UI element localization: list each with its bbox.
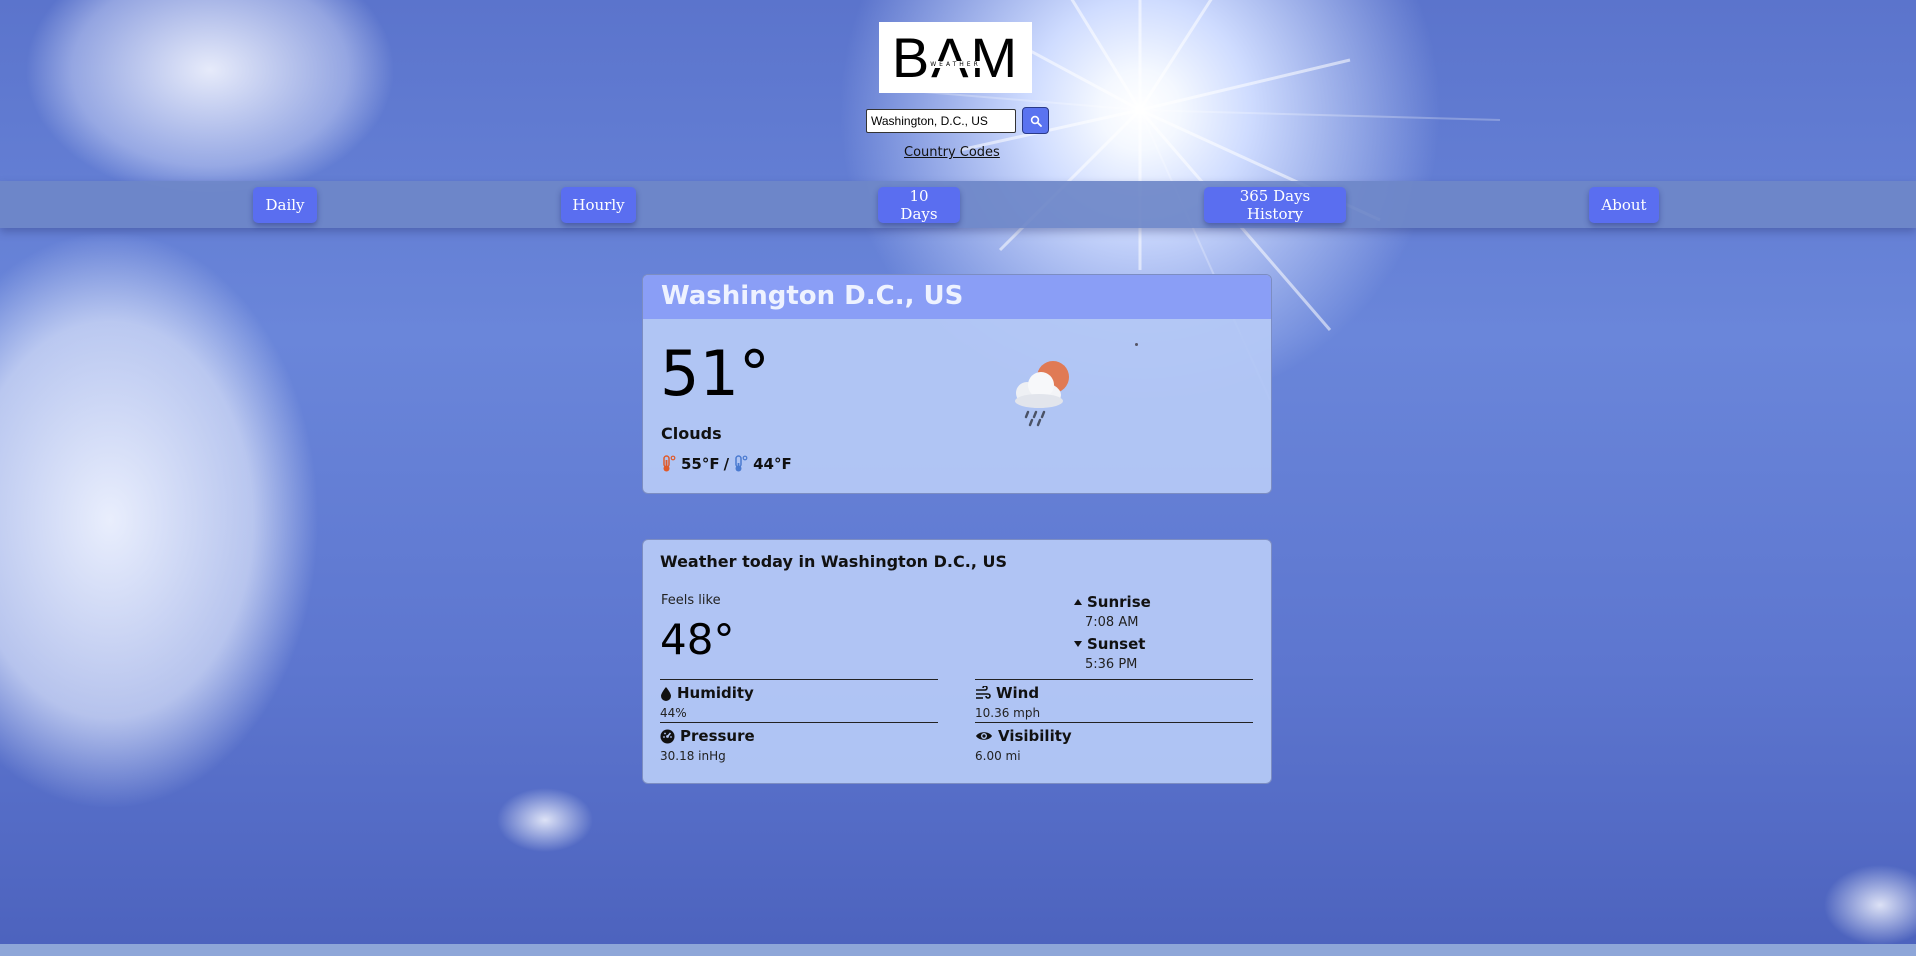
- decorative-dot: [1135, 343, 1138, 346]
- thermometer-hot-icon: [663, 455, 676, 472]
- cloud-sun-rain-icon: [1015, 361, 1069, 427]
- thermometer-cold-icon: [735, 455, 748, 472]
- pressure-stat: Pressure 30.18 inHg: [660, 722, 938, 765]
- today-details-card: Weather today in Washington D.C., US Fee…: [642, 539, 1272, 784]
- visibility-value: 6.00 mi: [975, 749, 1021, 763]
- visibility-label: Visibility: [998, 727, 1072, 745]
- logo-subtext: WEATHER: [928, 61, 983, 68]
- nav-10-days-button[interactable]: 10 Days: [878, 187, 960, 223]
- footer-strip: [0, 944, 1916, 956]
- eye-icon: [976, 732, 992, 740]
- gauge-icon: [660, 729, 675, 743]
- today-title: Weather today in Washington D.C., US: [660, 552, 1007, 571]
- nav-about-button[interactable]: About: [1589, 187, 1659, 223]
- main-nav: Daily Hourly 10 Days 365 Days History Ab…: [0, 181, 1916, 228]
- nav-history-button[interactable]: 365 Days History: [1204, 187, 1346, 223]
- location-title: Washington D.C., US: [643, 275, 1271, 319]
- wind-value: 10.36 mph: [975, 706, 1041, 720]
- sunset-label: Sunset: [1087, 635, 1146, 653]
- sunset-time: 5:36 PM: [1085, 657, 1138, 672]
- location-search-input[interactable]: [866, 108, 1016, 133]
- nav-hourly-button[interactable]: Hourly: [561, 187, 636, 223]
- current-weather-card: Washington D.C., US 51° Clouds 55°F / 44…: [642, 274, 1272, 494]
- current-temperature: 51°: [660, 337, 770, 410]
- wind-icon: [976, 686, 991, 699]
- wind-label: Wind: [996, 684, 1040, 702]
- feels-like-label: Feels like: [661, 593, 721, 608]
- bam-weather-logo[interactable]: BAM WEATHER: [879, 22, 1032, 93]
- high-temperature: 55°F: [681, 455, 720, 473]
- logo-text: BAM: [891, 25, 1020, 89]
- sunset-row: Sunset: [1073, 634, 1223, 654]
- feels-like-value: 48°: [660, 615, 735, 664]
- high-low-separator: /: [723, 455, 730, 473]
- search-icon: [1030, 115, 1042, 127]
- humidity-label: Humidity: [677, 684, 754, 702]
- wind-stat: Wind 10.36 mph: [975, 679, 1253, 722]
- search-bar: [866, 107, 1049, 134]
- sun-times: Sunrise 7:08 AM Sunset 5:36 PM: [1073, 592, 1223, 676]
- humidity-value: 44%: [660, 706, 687, 720]
- pressure-label: Pressure: [680, 727, 755, 745]
- nav-daily-button[interactable]: Daily: [253, 187, 317, 223]
- visibility-stat: Visibility 6.00 mi: [975, 722, 1253, 765]
- high-low-temperature: 55°F / 44°F: [661, 455, 792, 473]
- search-button[interactable]: [1022, 107, 1049, 134]
- caret-up-icon: [1074, 599, 1082, 605]
- caret-down-icon: [1074, 641, 1082, 647]
- low-temperature: 44°F: [753, 455, 792, 473]
- sunrise-label: Sunrise: [1087, 593, 1151, 611]
- droplet-icon: [661, 686, 671, 701]
- pressure-value: 30.18 inHg: [660, 749, 726, 763]
- weather-condition: Clouds: [661, 424, 722, 443]
- sunrise-row: Sunrise: [1073, 592, 1223, 612]
- country-codes-link[interactable]: Country Codes: [904, 145, 1000, 160]
- sunrise-time: 7:08 AM: [1085, 615, 1139, 630]
- humidity-stat: Humidity 44%: [660, 679, 938, 722]
